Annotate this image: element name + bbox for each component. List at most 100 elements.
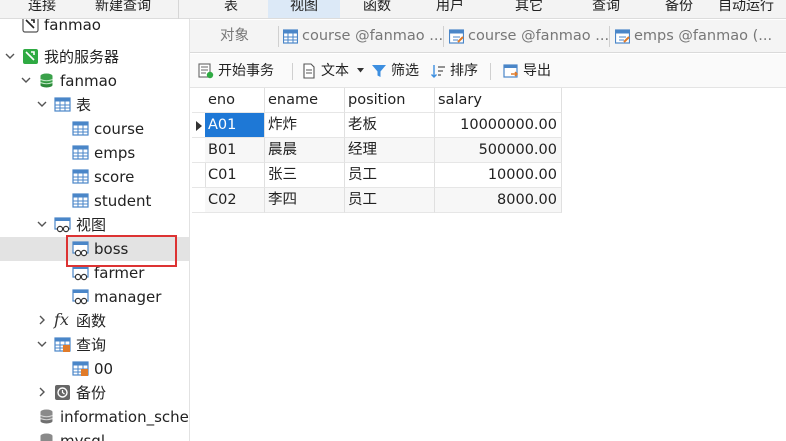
function-button[interactable]: 函数: [341, 0, 413, 18]
chevron-down-icon[interactable]: [36, 218, 48, 230]
cell-salary[interactable]: 500000.00: [435, 138, 562, 163]
tree-item-table-course[interactable]: course: [0, 117, 189, 141]
backup-button[interactable]: 备份: [643, 0, 715, 18]
cell-ename[interactable]: 张三: [265, 163, 345, 188]
cell-position[interactable]: 员工: [345, 188, 435, 213]
table-icon: [72, 193, 89, 208]
tree-item-label: 00: [94, 360, 114, 378]
tree-item-table-student[interactable]: student: [0, 189, 189, 213]
user-button[interactable]: 用户: [414, 0, 486, 18]
tree-item-label: farmer: [94, 264, 145, 282]
view-icon: [72, 289, 89, 305]
cell-salary[interactable]: 8000.00: [435, 188, 562, 213]
tree-item-connection[interactable]: fanmao: [0, 19, 189, 37]
view-icon: [72, 241, 89, 257]
filter-button[interactable]: 筛选: [371, 60, 423, 82]
chevron-down-icon[interactable]: [20, 74, 32, 86]
tree-item-table-emps[interactable]: emps: [0, 141, 189, 165]
tree-item-backups-folder[interactable]: 备份: [0, 381, 189, 405]
tab-course-table[interactable]: course @fanmao ...: [283, 20, 443, 53]
tree-item-view-manager[interactable]: manager: [0, 285, 189, 309]
chevron-down-icon[interactable]: [36, 338, 48, 350]
tab-divider: [278, 26, 279, 47]
begin-transaction-button[interactable]: 开始事务: [198, 60, 290, 82]
query-button[interactable]: 查询: [570, 0, 642, 18]
tab-label: 对象: [220, 28, 249, 44]
table-button[interactable]: 表: [195, 0, 267, 18]
text-dropdown-button[interactable]: 文本: [301, 60, 367, 82]
function-icon: fx: [54, 310, 69, 329]
chevron-right-icon[interactable]: [36, 386, 48, 398]
tree-item-database[interactable]: fanmao: [0, 69, 189, 93]
row-marker: [192, 163, 206, 188]
tree-item-label: information_scher: [60, 408, 190, 426]
tree-item-label: course: [94, 120, 145, 138]
tree-item-database-information-schema[interactable]: information_scher: [0, 405, 190, 429]
connect-button[interactable]: 连接: [16, 0, 68, 18]
automation-button[interactable]: 自动运行: [718, 0, 786, 18]
toolbar-label: 开始事务: [218, 63, 274, 79]
tree-item-database-mysql[interactable]: mysql: [0, 429, 189, 441]
cell-ename[interactable]: 李四: [265, 188, 345, 213]
document-icon: [303, 63, 315, 79]
tree-item-queries-folder[interactable]: 查询: [0, 333, 189, 357]
others-button[interactable]: 其它: [493, 0, 565, 18]
tab-emps-design[interactable]: emps @fanmao (...: [615, 20, 786, 53]
cell-position[interactable]: 经理: [345, 138, 435, 163]
cell-ename[interactable]: 炸炸: [265, 113, 345, 138]
tab-course-design[interactable]: course @fanmao ...: [449, 20, 609, 53]
tree-item-label: 表: [76, 96, 92, 114]
column-header-position[interactable]: position: [345, 88, 435, 113]
new-query-button[interactable]: 新建查询: [88, 0, 158, 18]
query-icon: [72, 361, 89, 376]
export-button[interactable]: 导出: [503, 60, 559, 82]
cell-ename[interactable]: 晨晨: [265, 138, 345, 163]
tree-item-server-group[interactable]: 我的服务器: [0, 45, 189, 69]
sort-button[interactable]: 排序: [430, 60, 482, 82]
column-header-salary[interactable]: salary: [435, 88, 562, 113]
data-toolbar: 开始事务 文本 筛选 排序 导出: [190, 54, 786, 88]
row-marker: [192, 188, 206, 213]
tree-item-table-score[interactable]: score: [0, 165, 189, 189]
toolbar-divider: [292, 63, 293, 80]
cell-eno[interactable]: C02: [205, 188, 265, 213]
view-icon: [72, 265, 89, 281]
tab-objects[interactable]: 对象: [220, 20, 280, 53]
chevron-down-icon[interactable]: [4, 50, 16, 62]
chevron-right-icon[interactable]: [36, 314, 48, 326]
tab-label: course @fanmao ...: [468, 28, 609, 44]
tab-label: course @fanmao ...: [302, 28, 443, 44]
cell-position[interactable]: 员工: [345, 163, 435, 188]
database-icon: [40, 409, 53, 424]
tree-item-label: emps: [94, 144, 136, 162]
row-marker-header: [192, 88, 206, 113]
tree-item-label: mysql: [60, 432, 105, 441]
tree-item-views-folder[interactable]: 视图: [0, 213, 189, 237]
tree-item-functions-folder[interactable]: fx 函数: [0, 309, 189, 333]
cell-position[interactable]: 老板: [345, 113, 435, 138]
view-button[interactable]: 视图: [268, 0, 340, 18]
main-toolbar: 连接 新建查询 表 视图 函数 用户 其它 查询 备份 自动运行: [0, 0, 786, 19]
tab-divider: [443, 26, 444, 47]
tree-item-query-00[interactable]: 00: [0, 357, 189, 381]
tree-item-tables-folder[interactable]: 表: [0, 93, 189, 117]
chevron-down-icon[interactable]: [36, 98, 48, 110]
tree-item-view-boss[interactable]: boss: [0, 237, 189, 261]
tab-bar: 对象 course @fanmao ... course @fanmao ...: [190, 20, 786, 53]
row-marker: [192, 138, 206, 163]
tree-item-view-farmer[interactable]: farmer: [0, 261, 189, 285]
tree-item-label: 函数: [76, 312, 107, 330]
cell-eno[interactable]: A01: [205, 113, 265, 138]
table-icon: [72, 145, 89, 160]
cell-eno[interactable]: B01: [205, 138, 265, 163]
table-icon: [72, 169, 89, 184]
toolbar-label: 导出: [523, 63, 551, 79]
current-row-marker: [192, 113, 206, 138]
cell-salary[interactable]: 10000.00: [435, 163, 562, 188]
cell-eno[interactable]: C01: [205, 163, 265, 188]
column-header-eno[interactable]: eno: [205, 88, 265, 113]
navigation-tree: fanmao 我的服务器 fanmao 表 course emps score …: [0, 19, 190, 441]
toolbar-label: 筛选: [391, 63, 419, 79]
column-header-ename[interactable]: ename: [265, 88, 345, 113]
cell-salary[interactable]: 10000000.00: [435, 113, 562, 138]
